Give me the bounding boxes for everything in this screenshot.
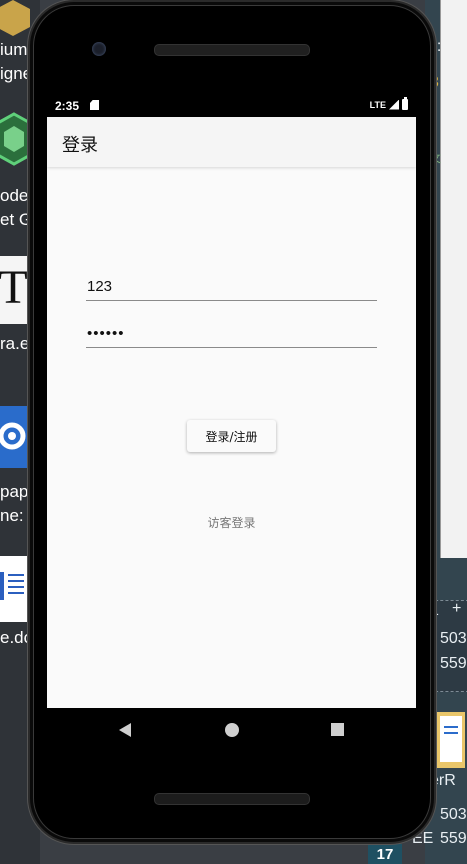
desktop-label: + — [452, 600, 462, 617]
desktop-right-panel — [440, 0, 467, 558]
page-title: 登录 — [62, 135, 98, 156]
desktop-label: ium — [0, 40, 28, 59]
desktop-label: 503 — [440, 630, 467, 647]
desktop-label: odel — [0, 186, 33, 205]
desktop-label: igne — [0, 64, 33, 83]
login-register-button[interactable]: 登录/注册 — [187, 420, 276, 452]
desktop-label: et G — [0, 210, 33, 229]
back-triangle-icon[interactable] — [119, 723, 131, 737]
battery-icon — [402, 97, 408, 110]
bottom-speaker — [154, 793, 310, 805]
system-nav-bar — [47, 708, 416, 752]
earpiece-speaker — [154, 44, 310, 56]
desktop-badge: 17 — [368, 844, 402, 864]
desktop-label: 503 — [440, 806, 467, 823]
desktop-label: ra.e — [0, 334, 30, 353]
status-bar: 2:35 LTE — [47, 95, 416, 117]
typora-icon[interactable]: T — [0, 256, 32, 324]
guest-login-link[interactable]: 访客登录 — [47, 514, 416, 531]
desktop-label: 559 — [440, 830, 467, 847]
desktop-label: ne: — [0, 506, 24, 525]
desktop-label: pap — [0, 482, 29, 501]
camera-icon — [92, 42, 106, 56]
home-circle-icon[interactable] — [225, 723, 239, 737]
status-time: 2:35 — [55, 99, 80, 113]
app-bar: 登录 — [47, 117, 416, 167]
gear-icon[interactable] — [0, 406, 34, 468]
app-screen: 2:35 LTE 登录 登录/注册 访客登录 — [47, 95, 416, 708]
username-field[interactable] — [86, 273, 377, 301]
password-field[interactable] — [86, 320, 377, 348]
word-document-icon[interactable] — [0, 556, 30, 622]
desktop-label: 559 — [440, 655, 467, 672]
status-indicators: LTE — [369, 97, 408, 110]
recents-square-icon[interactable] — [331, 723, 344, 736]
signal-icon — [389, 99, 399, 110]
network-type: LTE — [369, 99, 386, 110]
folder-icon[interactable] — [432, 706, 467, 768]
desktop-label: e.do — [0, 628, 34, 647]
sd-card-icon — [90, 100, 99, 110]
cube-app-icon[interactable] — [0, 112, 34, 174]
